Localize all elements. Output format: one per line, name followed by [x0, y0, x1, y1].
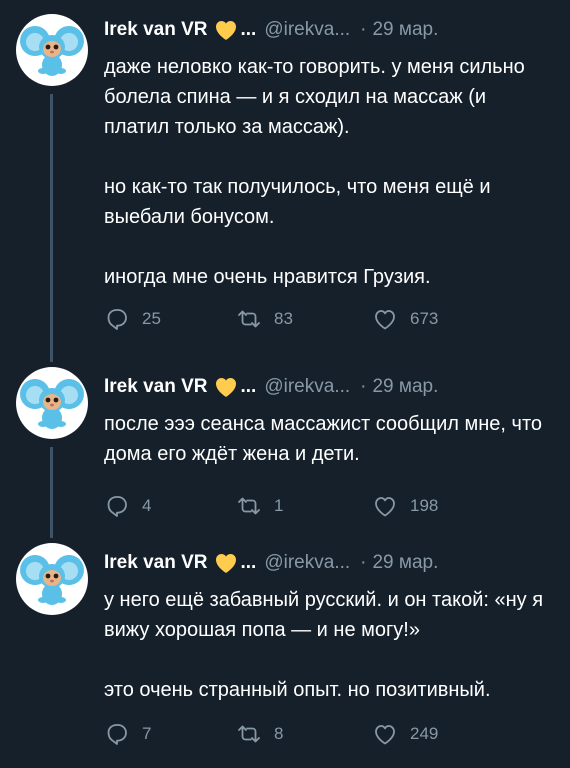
- tweet-actions: 4 1 198: [104, 493, 554, 519]
- separator-dot: ·: [360, 376, 367, 397]
- retweet-icon: [238, 725, 260, 743]
- name-ellipsis: ...: [240, 552, 257, 573]
- tweet-text: даже неловко как-то говорить. у меня сил…: [104, 52, 554, 292]
- yellow-heart-icon: [213, 551, 239, 575]
- retweet-icon: [238, 497, 260, 515]
- reply-icon: [107, 724, 127, 745]
- reply-button[interactable]: 25: [104, 306, 236, 332]
- thread-connector: [50, 447, 53, 538]
- tweet-text: у него ещё забавный русский. и он такой:…: [104, 585, 554, 705]
- tweet-text: после эээ сеанса массажист сообщил мне, …: [104, 409, 554, 469]
- retweet-button[interactable]: 83: [236, 306, 372, 332]
- like-button[interactable]: 673: [372, 306, 438, 332]
- like-icon: [375, 725, 395, 745]
- like-button[interactable]: 198: [372, 493, 438, 519]
- like-button[interactable]: 249: [372, 721, 438, 747]
- like-icon: [375, 310, 395, 330]
- tweet-date[interactable]: 29 мар.: [372, 552, 438, 574]
- retweet-button[interactable]: 8: [236, 721, 372, 747]
- author-name[interactable]: Irek van VR: [104, 552, 208, 574]
- tweet-paragraph: но как-то так получилось, что меня ещё и…: [104, 176, 491, 228]
- separator-dot: ·: [360, 19, 367, 40]
- like-count: 249: [410, 724, 439, 743]
- yellow-heart-icon: [213, 18, 239, 42]
- author-handle[interactable]: @irekva...: [264, 376, 350, 398]
- reply-button[interactable]: 4: [104, 493, 236, 519]
- reply-icon: [107, 309, 127, 330]
- tweet-paragraph: иногда мне очень нравится Грузия.: [104, 266, 431, 288]
- author-handle[interactable]: @irekva...: [264, 19, 350, 41]
- yellow-heart-icon: [213, 375, 239, 399]
- tweet-header: Irek van VR ... @irekva... · 29 мар.: [104, 371, 554, 403]
- tweet-header: Irek van VR ... @irekva... · 29 мар.: [104, 547, 554, 579]
- reply-button[interactable]: 7: [104, 721, 236, 747]
- like-count: 198: [410, 496, 439, 515]
- retweet-count: 8: [274, 724, 284, 743]
- name-ellipsis: ...: [240, 376, 257, 397]
- like-icon: [375, 497, 395, 517]
- thread-connector: [50, 94, 53, 362]
- avatar[interactable]: [16, 543, 88, 615]
- tweet-header: Irek van VR ... @irekva... · 29 мар.: [104, 14, 554, 46]
- author-handle[interactable]: @irekva...: [264, 552, 350, 574]
- like-count: 673: [410, 309, 439, 328]
- avatar[interactable]: [16, 14, 88, 86]
- tweet-actions: 25 83 673: [104, 306, 554, 332]
- tweet-date[interactable]: 29 мар.: [372, 376, 438, 398]
- retweet-icon: [238, 310, 260, 328]
- reply-count: 25: [142, 309, 161, 328]
- author-name[interactable]: Irek van VR: [104, 376, 208, 398]
- tweet-paragraph: после эээ сеанса массажист сообщил мне, …: [104, 413, 542, 465]
- tweet-paragraph: даже неловко как-то говорить. у меня сил…: [104, 56, 525, 138]
- retweet-button[interactable]: 1: [236, 493, 372, 519]
- reply-count: 4: [142, 496, 152, 515]
- name-ellipsis: ...: [240, 19, 257, 40]
- tweet-paragraph: это очень странный опыт. но позитивный.: [104, 679, 491, 701]
- retweet-count: 1: [274, 496, 284, 515]
- reply-count: 7: [142, 724, 152, 743]
- author-name[interactable]: Irek van VR: [104, 19, 208, 41]
- reply-icon: [107, 496, 127, 517]
- avatar[interactable]: [16, 367, 88, 439]
- tweet-actions: 7 8 249: [104, 721, 554, 747]
- retweet-count: 83: [274, 309, 293, 328]
- separator-dot: ·: [360, 552, 367, 573]
- tweet-paragraph: у него ещё забавный русский. и он такой:…: [104, 589, 544, 641]
- tweet-date[interactable]: 29 мар.: [372, 19, 438, 41]
